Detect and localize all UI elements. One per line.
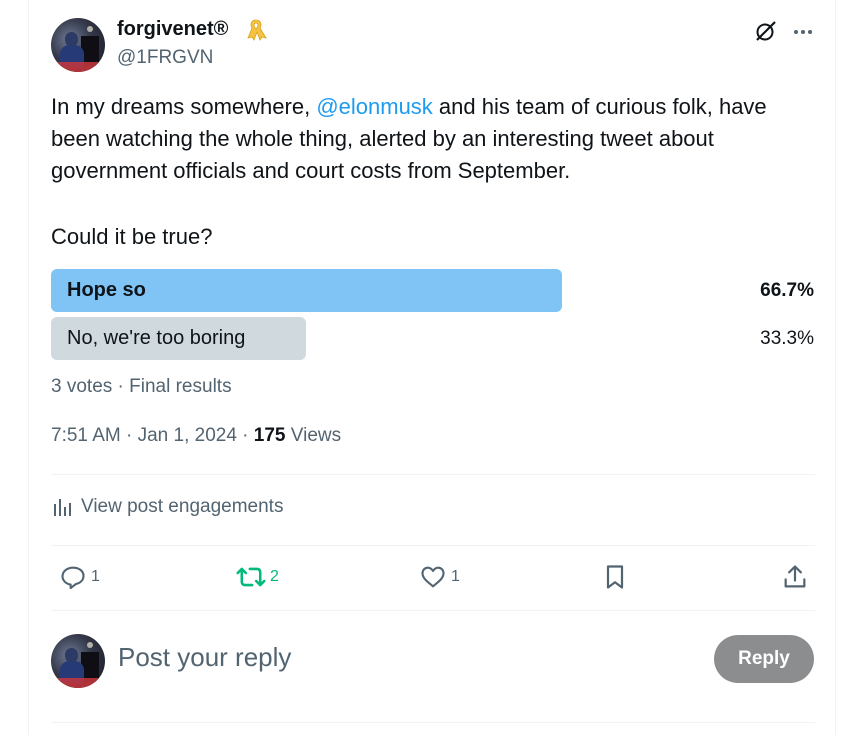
reply-count: 1 bbox=[91, 568, 100, 585]
more-icon[interactable] bbox=[791, 20, 815, 44]
post-text: In my dreams somewhere, @elonmusk and hi… bbox=[51, 91, 821, 187]
reply-submit-button[interactable]: Reply bbox=[714, 635, 814, 683]
poll-summary: 3 votes · Final results bbox=[51, 376, 232, 397]
divider bbox=[51, 722, 815, 723]
reply-input[interactable]: Post your reply bbox=[118, 642, 291, 673]
post-column: forgivenet® @1FRGVN In my dreams somewhe… bbox=[28, 0, 836, 735]
share-icon bbox=[784, 565, 806, 588]
current-user-avatar[interactable] bbox=[51, 634, 105, 688]
like-icon bbox=[421, 566, 445, 588]
divider bbox=[51, 545, 815, 546]
yellow-ribbon-icon bbox=[247, 19, 267, 41]
repost-button[interactable]: 2 bbox=[236, 563, 279, 591]
poll-option-label: No, we're too boring bbox=[67, 327, 246, 349]
reply-button[interactable]: 1 bbox=[59, 563, 100, 591]
analytics-icon bbox=[54, 499, 71, 516]
divider bbox=[51, 610, 815, 611]
poll-option-percent: 66.7% bbox=[760, 280, 814, 301]
repost-icon bbox=[236, 567, 266, 587]
post-meta: 7:51 AM · Jan 1, 2024 · 175 Views bbox=[51, 425, 341, 447]
author-avatar[interactable] bbox=[51, 18, 105, 72]
post-question: Could it be true? bbox=[51, 224, 213, 249]
author-handle[interactable]: @1FRGVN bbox=[117, 47, 213, 69]
view-engagements-link[interactable]: View post engagements bbox=[51, 496, 283, 518]
view-engagements-label: View post engagements bbox=[81, 496, 284, 517]
like-button[interactable]: 1 bbox=[419, 563, 460, 591]
post-text-part: In my dreams somewhere, bbox=[51, 94, 317, 119]
post-text-line: government officials and court costs fro… bbox=[51, 158, 571, 183]
bookmark-icon bbox=[606, 565, 624, 589]
mention-link[interactable]: @elonmusk bbox=[316, 94, 433, 119]
poll-option-label: Hope so bbox=[67, 279, 146, 301]
divider bbox=[51, 474, 815, 475]
bookmark-button[interactable] bbox=[601, 563, 629, 591]
poll-option-percent: 33.3% bbox=[760, 328, 814, 349]
author-display-name[interactable]: forgivenet® bbox=[117, 18, 228, 41]
views-count: 175 bbox=[253, 425, 286, 446]
repost-count: 2 bbox=[270, 568, 279, 585]
post-text-part: and his team of curious folk, have bbox=[432, 94, 767, 119]
post-text-line: been watching the whole thing, alerted b… bbox=[51, 126, 714, 151]
post-timestamp[interactable]: 7:51 AM · Jan 1, 2024 · bbox=[51, 425, 254, 446]
share-button[interactable] bbox=[781, 563, 809, 591]
like-count: 1 bbox=[451, 568, 460, 585]
views-label: Views bbox=[285, 425, 342, 446]
grok-icon[interactable] bbox=[754, 19, 778, 43]
reply-icon bbox=[61, 566, 85, 590]
